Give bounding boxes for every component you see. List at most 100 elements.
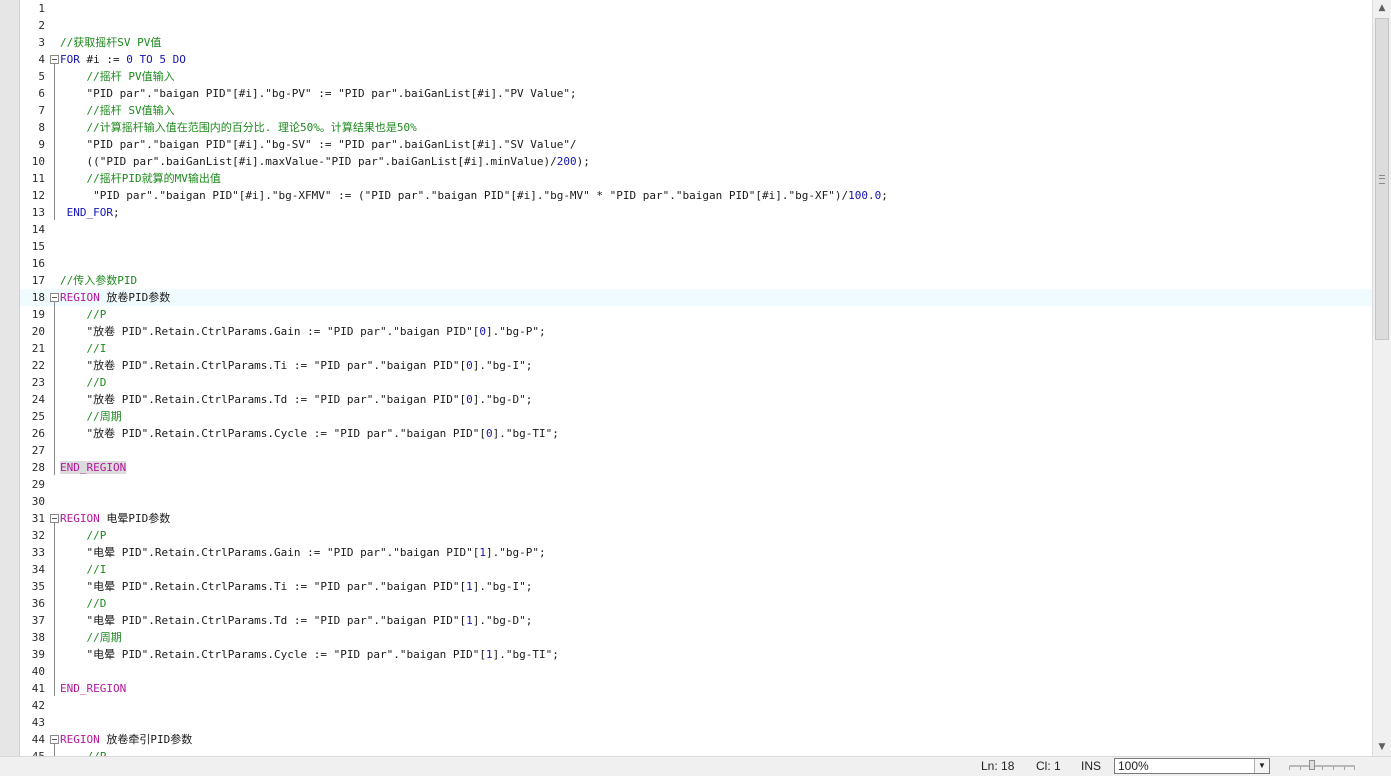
- code-text: "放卷 PID".Retain.CtrlParams.Ti := "PID pa…: [60, 357, 532, 374]
- code-line[interactable]: 12 "PID par"."baigan PID"[#i]."bg-XFMV" …: [20, 187, 1372, 204]
- code-line[interactable]: 31 REGION 电晕PID参数: [20, 510, 1372, 527]
- code-line[interactable]: 37 "电晕 PID".Retain.CtrlParams.Td := "PID…: [20, 612, 1372, 629]
- line-number: 21: [31, 342, 45, 355]
- code-line[interactable]: 38 //周期: [20, 629, 1372, 646]
- code-line[interactable]: 18 REGION 放卷PID参数: [20, 289, 1372, 306]
- code-text: (("PID par".baiGanList[#i].maxValue-"PID…: [60, 153, 589, 170]
- code-line[interactable]: 2: [20, 17, 1372, 34]
- line-number: 14: [31, 223, 45, 236]
- code-token: (("PID par".baiGanList[#i].maxValue-"PID…: [60, 155, 557, 168]
- code-line[interactable]: 5 //摇杆 PV值输入: [20, 68, 1372, 85]
- line-number: 5: [38, 70, 45, 83]
- code-line[interactable]: 45 //P: [20, 748, 1372, 756]
- code-line[interactable]: 16: [20, 255, 1372, 272]
- scroll-up-icon[interactable]: ▲: [1373, 0, 1391, 17]
- line-number: 26: [31, 427, 45, 440]
- code-token: REGION: [60, 291, 100, 304]
- code-line[interactable]: 35 "电晕 PID".Retain.CtrlParams.Ti := "PID…: [20, 578, 1372, 595]
- code-token: 100.0: [848, 189, 882, 202]
- code-text: "放卷 PID".Retain.CtrlParams.Gain := "PID …: [60, 323, 545, 340]
- code-line[interactable]: 4 FOR #i := 0 TO 5 DO: [20, 51, 1372, 68]
- code-line[interactable]: 29: [20, 476, 1372, 493]
- code-text: //摇杆 PV值输入: [60, 68, 175, 85]
- code-line[interactable]: 34 //I: [20, 561, 1372, 578]
- code-line[interactable]: 19 //P: [20, 306, 1372, 323]
- code-text: "放卷 PID".Retain.CtrlParams.Td := "PID pa…: [60, 391, 532, 408]
- code-line[interactable]: 24 "放卷 PID".Retain.CtrlParams.Td := "PID…: [20, 391, 1372, 408]
- vertical-scrollbar[interactable]: ▲ ▼: [1372, 0, 1391, 756]
- line-number: 1: [38, 2, 45, 15]
- code-token: "放卷 PID".Retain.CtrlParams.Td := "PID pa…: [60, 393, 467, 406]
- code-line[interactable]: 17 //传入参数PID: [20, 272, 1372, 289]
- code-line[interactable]: 13 END_FOR;: [20, 204, 1372, 221]
- code-line[interactable]: 28 END_REGION: [20, 459, 1372, 476]
- zoom-slider-thumb[interactable]: [1309, 760, 1315, 770]
- code-token: 1: [466, 580, 473, 593]
- line-number: 34: [31, 563, 45, 576]
- code-line[interactable]: 36 //D: [20, 595, 1372, 612]
- code-text: REGION 电晕PID参数: [60, 510, 170, 527]
- line-number: 36: [31, 597, 45, 610]
- code-line[interactable]: 10 (("PID par".baiGanList[#i].maxValue-"…: [20, 153, 1372, 170]
- code-token: //周期: [86, 631, 122, 644]
- code-line[interactable]: 30: [20, 493, 1372, 510]
- code-text: //P: [60, 527, 107, 544]
- code-text: "电晕 PID".Retain.CtrlParams.Td := "PID pa…: [60, 612, 532, 629]
- code-text: "电晕 PID".Retain.CtrlParams.Gain := "PID …: [60, 544, 545, 561]
- code-line[interactable]: 11 //摇杆PID就算的MV输出值: [20, 170, 1372, 187]
- scrollbar-thumb[interactable]: [1375, 18, 1389, 340]
- code-line[interactable]: 27: [20, 442, 1372, 459]
- line-number: 41: [31, 682, 45, 695]
- code-line[interactable]: 22 "放卷 PID".Retain.CtrlParams.Ti := "PID…: [20, 357, 1372, 374]
- code-line[interactable]: 3 //获取摇杆SV PV值: [20, 34, 1372, 51]
- line-number: 4: [38, 53, 45, 66]
- code-editor[interactable]: 1 2 3//获取摇杆SV PV值 4 FOR #i := 0 TO 5 DO 5 //摇…: [20, 0, 1372, 756]
- code-line[interactable]: 25 //周期: [20, 408, 1372, 425]
- code-text: END_REGION: [60, 680, 126, 697]
- line-number: 8: [38, 121, 45, 134]
- code-line[interactable]: 40: [20, 663, 1372, 680]
- code-line[interactable]: 39 "电晕 PID".Retain.CtrlParams.Cycle := "…: [20, 646, 1372, 663]
- scroll-down-icon[interactable]: ▼: [1373, 739, 1391, 756]
- code-text: //I: [60, 561, 107, 578]
- code-line[interactable]: 23 //D: [20, 374, 1372, 391]
- code-line[interactable]: 8 //计算摇杆输入值在范围内的百分比. 理论50%。计算结果也是50%: [20, 119, 1372, 136]
- line-number: 24: [31, 393, 45, 406]
- code-line[interactable]: 21 //I: [20, 340, 1372, 357]
- code-line[interactable]: 43: [20, 714, 1372, 731]
- code-line[interactable]: 9 "PID par"."baigan PID"[#i]."bg-SV" := …: [20, 136, 1372, 153]
- line-number: 18: [31, 291, 45, 304]
- code-text: //摇杆PID就算的MV输出值: [60, 170, 221, 187]
- fold-guide: [54, 522, 55, 696]
- code-token: "放卷 PID".Retain.CtrlParams.Gain := "PID …: [60, 325, 480, 338]
- code-line[interactable]: 32 //P: [20, 527, 1372, 544]
- code-line[interactable]: 42: [20, 697, 1372, 714]
- code-line[interactable]: 20 "放卷 PID".Retain.CtrlParams.Gain := "P…: [20, 323, 1372, 340]
- code-line[interactable]: 7 //摇杆 SV值输入: [20, 102, 1372, 119]
- code-token: //摇杆 SV值输入: [86, 104, 175, 117]
- code-line[interactable]: 33 "电晕 PID".Retain.CtrlParams.Gain := "P…: [20, 544, 1372, 561]
- code-line[interactable]: 15: [20, 238, 1372, 255]
- chevron-down-icon[interactable]: ▼: [1254, 759, 1269, 773]
- code-text: //P: [60, 306, 107, 323]
- line-number: 38: [31, 631, 45, 644]
- code-line[interactable]: 44 REGION 放卷牵引PID参数: [20, 731, 1372, 748]
- zoom-slider-tick: [1354, 767, 1355, 770]
- code-line[interactable]: 14: [20, 221, 1372, 238]
- zoom-slider-tick: [1322, 767, 1323, 770]
- line-number: 43: [31, 716, 45, 729]
- code-line[interactable]: 26 "放卷 PID".Retain.CtrlParams.Cycle := "…: [20, 425, 1372, 442]
- code-token: 放卷PID参数: [99, 291, 171, 304]
- line-number: 9: [38, 138, 45, 151]
- code-text: FOR #i := 0 TO 5 DO: [60, 51, 186, 68]
- code-line[interactable]: 6 "PID par"."baigan PID"[#i]."bg-PV" := …: [20, 85, 1372, 102]
- code-line[interactable]: 41 END_REGION: [20, 680, 1372, 697]
- code-line[interactable]: 1: [20, 0, 1372, 17]
- zoom-select[interactable]: 100% ▼: [1114, 758, 1270, 774]
- code-text: REGION 放卷牵引PID参数: [60, 731, 192, 748]
- line-number: 3: [38, 36, 45, 49]
